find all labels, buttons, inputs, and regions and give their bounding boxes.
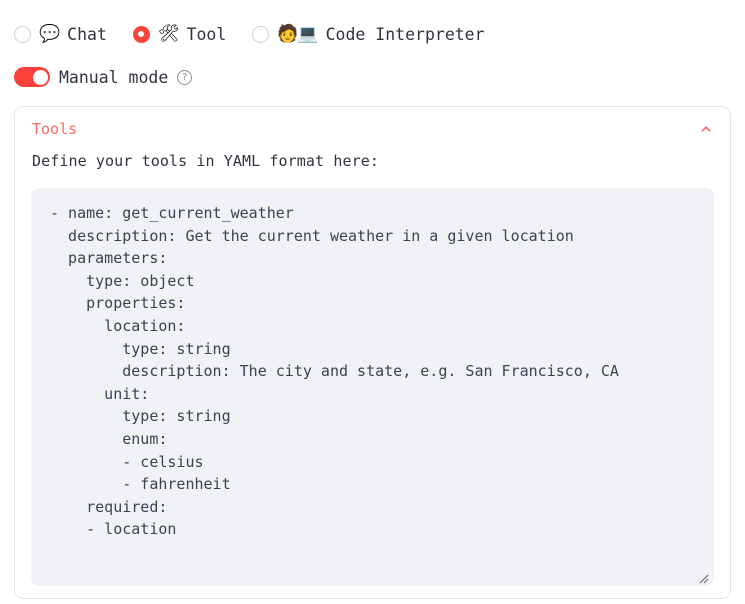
mode-selector-group: 💬 Chat 🛠 Tool 🧑💻 Code Interpreter — [0, 0, 745, 48]
help-circle-icon[interactable]: ? — [177, 69, 193, 85]
chevron-up-icon[interactable] — [699, 122, 713, 136]
tools-panel-title: Tools — [32, 120, 78, 138]
radio-chat[interactable] — [14, 25, 31, 43]
speech-balloon-icon: 💬 — [39, 23, 60, 44]
manual-mode-label: Manual mode — [59, 67, 169, 87]
technologist-icon: 🧑💻 — [277, 23, 318, 44]
mode-option-code-interpreter-label: Code Interpreter — [325, 24, 485, 44]
radio-tool[interactable] — [132, 25, 150, 43]
mode-option-tool-label: Tool — [186, 24, 227, 44]
tools-expander-card: Tools Define your tools in YAML format h… — [14, 106, 731, 599]
hammer-and-wrench-icon: 🛠 — [157, 23, 180, 44]
mode-option-code-interpreter[interactable]: 🧑💻 Code Interpreter — [252, 23, 485, 44]
mode-option-tool[interactable]: 🛠 Tool — [132, 23, 227, 44]
tools-expander-header[interactable]: Tools — [15, 107, 730, 138]
yaml-editor-wrapper — [31, 188, 714, 586]
mode-option-chat-label: Chat — [67, 24, 107, 44]
mode-option-chat[interactable]: 💬 Chat — [14, 25, 107, 44]
manual-mode-row: Manual mode ? — [0, 48, 745, 90]
yaml-tools-input[interactable] — [31, 188, 714, 586]
radio-code-interpreter[interactable] — [252, 25, 270, 43]
tools-panel-description: Define your tools in YAML format here: — [32, 152, 379, 170]
manual-mode-toggle[interactable] — [14, 67, 50, 87]
toggle-knob — [32, 69, 48, 85]
